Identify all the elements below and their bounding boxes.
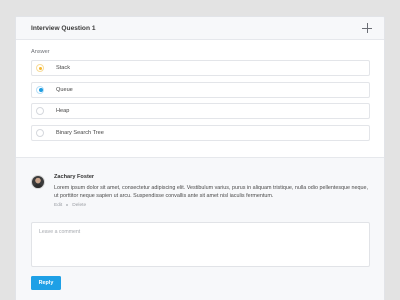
dot-separator	[66, 204, 69, 207]
card-header: Interview Question 1	[16, 17, 384, 40]
answers-section: Answer Stack Queue Heap Binary Search Tr…	[16, 40, 384, 141]
plus-icon[interactable]	[362, 23, 372, 33]
comment-item: Zachary Foster Lorem ipsum dolor sit ame…	[31, 174, 370, 208]
option-label: Heap	[56, 108, 70, 114]
radio-icon[interactable]	[36, 64, 44, 72]
option-label: Binary Search Tree	[56, 129, 104, 136]
reply-button[interactable]: Reply	[31, 275, 61, 290]
radio-icon[interactable]	[36, 107, 44, 115]
radio-checked-icon[interactable]	[36, 85, 44, 94]
comment-text: Lorem ipsum dolor sit amet, consectetur …	[54, 185, 369, 200]
comment-author[interactable]: Zachary Foster	[54, 174, 370, 180]
comment-textarea[interactable]	[31, 221, 370, 267]
answer-label: Answer	[31, 49, 50, 55]
answer-option-binary-search-tree[interactable]: Binary Search Tree	[31, 124, 370, 141]
answer-option-queue[interactable]: Queue	[31, 81, 370, 98]
edit-link[interactable]: Edit	[54, 203, 62, 208]
option-label: Queue	[56, 86, 73, 93]
card-title: Interview Question 1	[31, 24, 96, 32]
question-card: Interview Question 1 Answer Stack Queue …	[15, 16, 385, 300]
avatar[interactable]	[31, 175, 45, 189]
delete-link[interactable]: Delete	[72, 203, 86, 208]
comments-section: Zachary Foster Lorem ipsum dolor sit ame…	[16, 158, 384, 300]
option-label: Stack	[56, 65, 70, 71]
radio-icon[interactable]	[36, 128, 44, 137]
answer-option-stack[interactable]: Stack	[31, 60, 370, 76]
comment-actions: Edit Delete	[54, 203, 370, 208]
comment-body: Zachary Foster Lorem ipsum dolor sit ame…	[54, 174, 370, 208]
answer-option-heap[interactable]: Heap	[31, 103, 370, 119]
